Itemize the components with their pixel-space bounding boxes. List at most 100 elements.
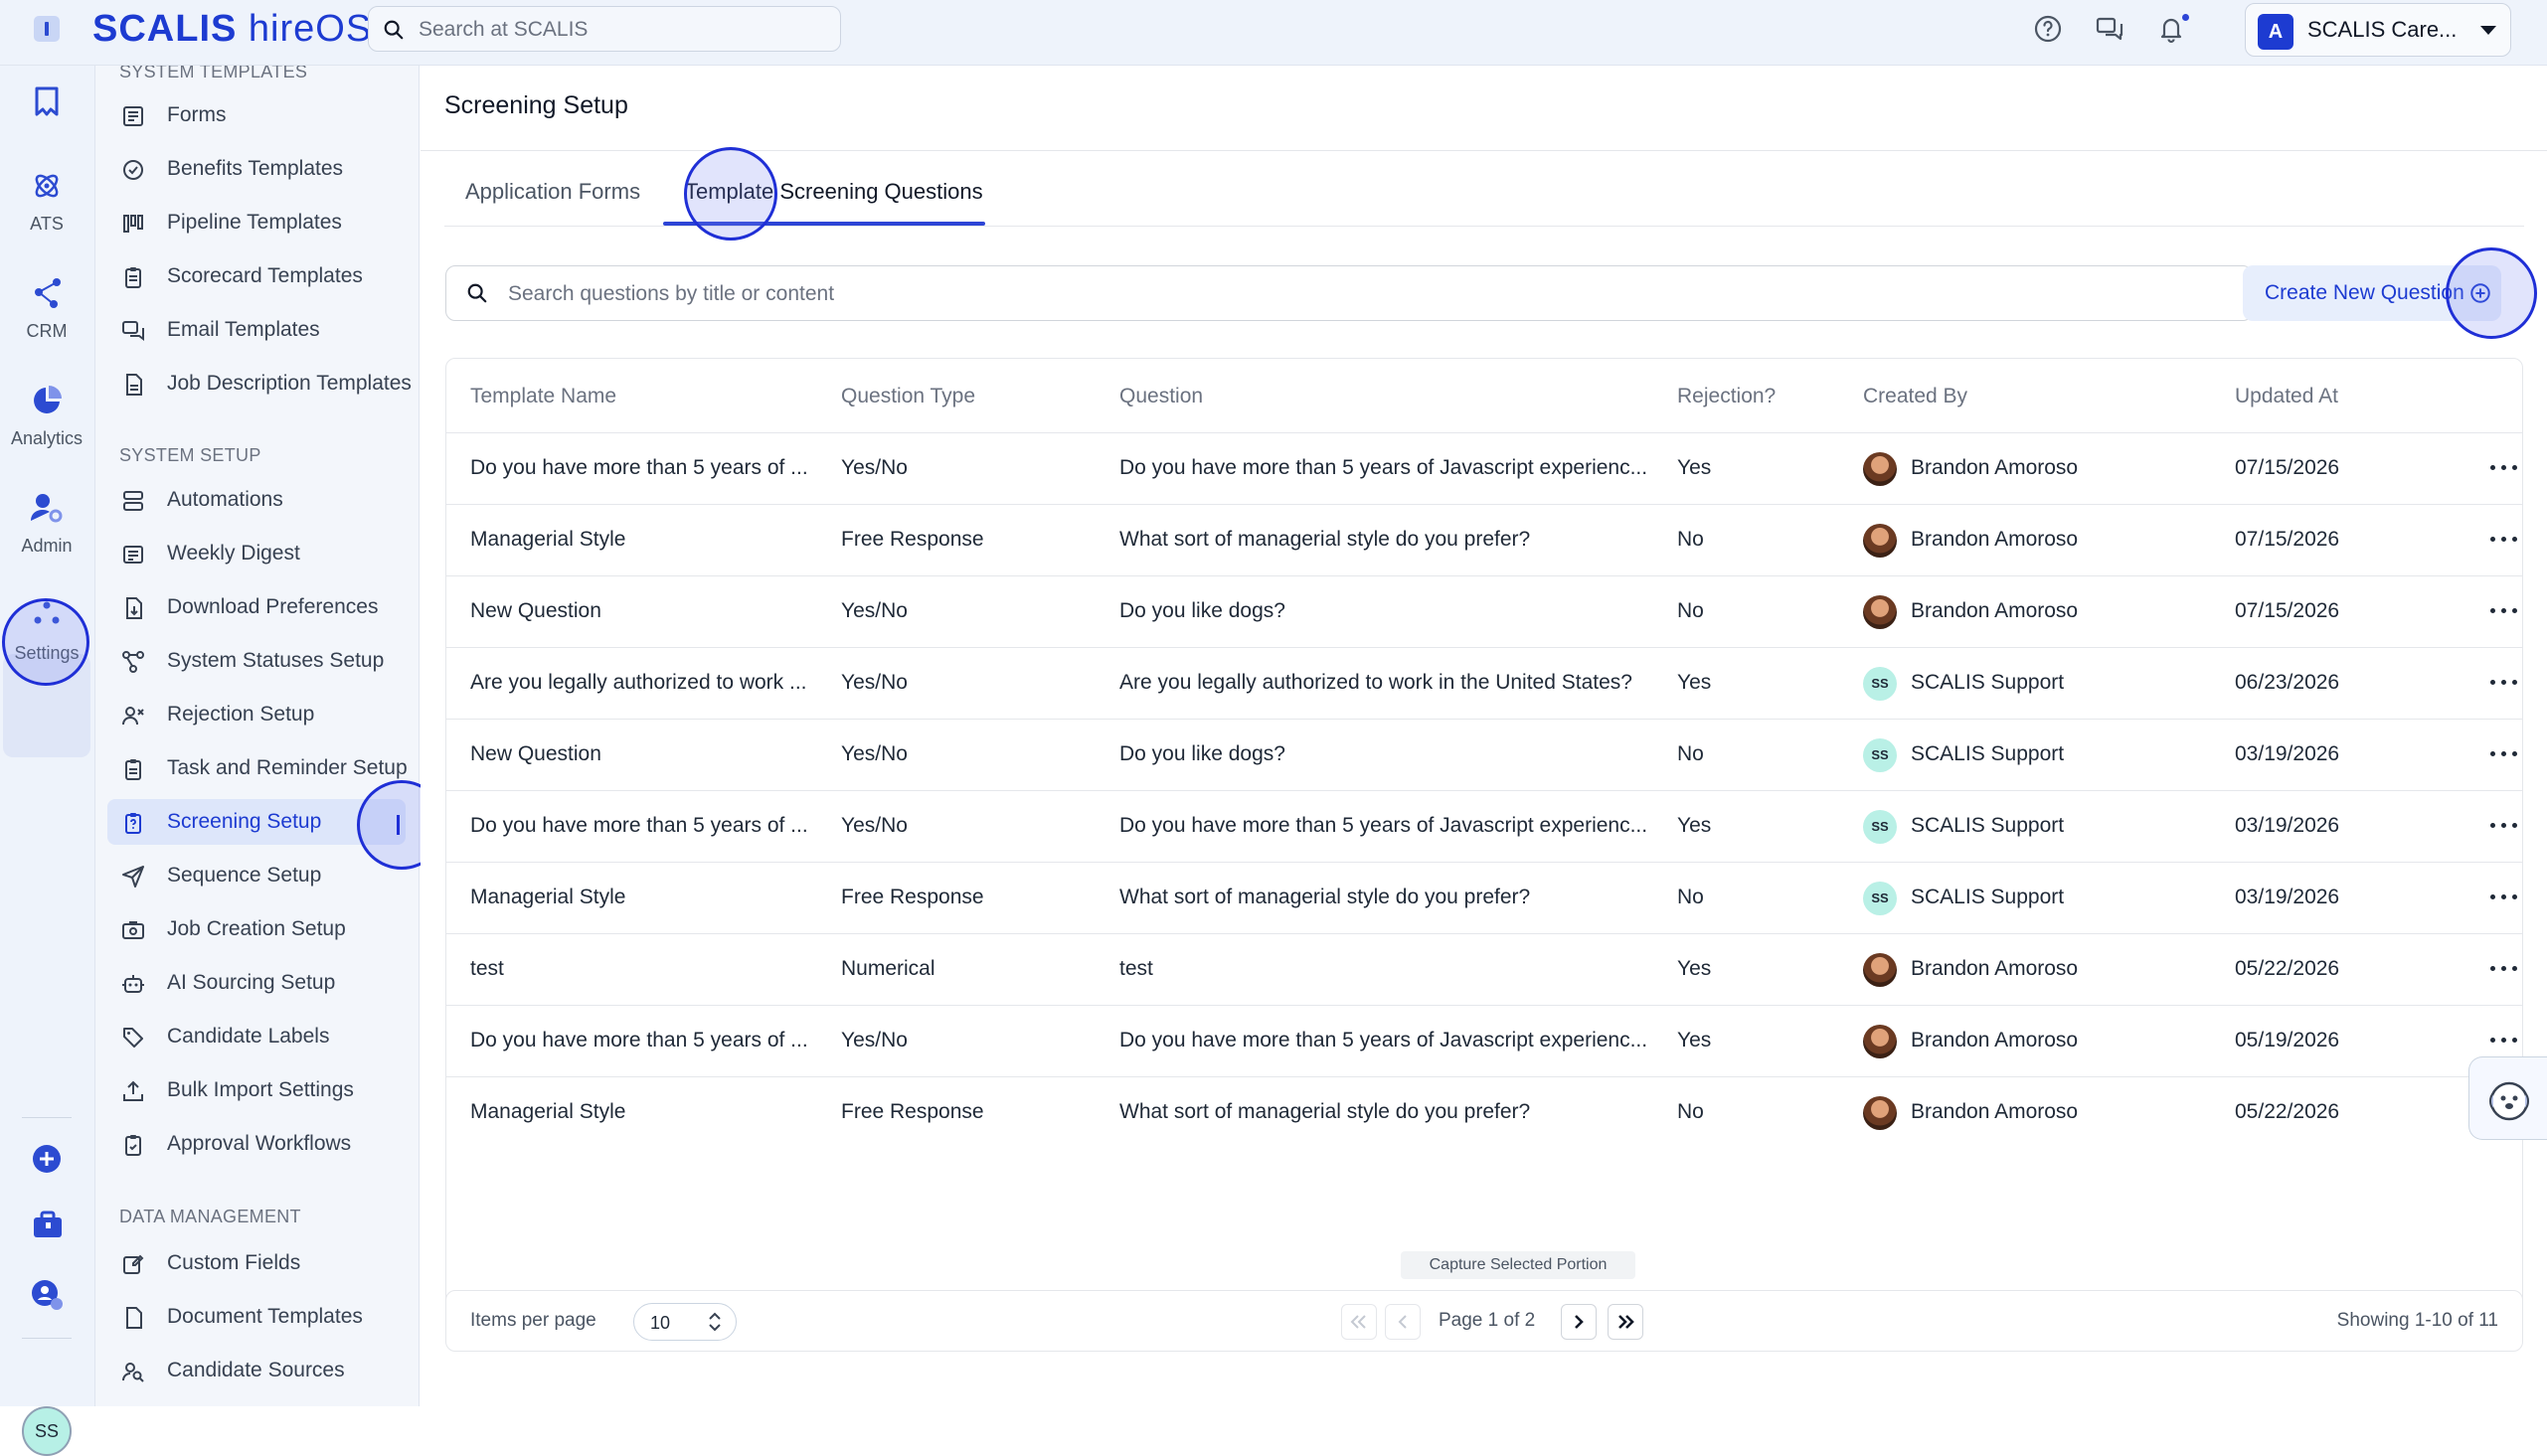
admin-user-icon (31, 494, 63, 523)
assistant-button[interactable] (2468, 1056, 2547, 1140)
column-header-updated-at[interactable]: Updated At (2235, 385, 2338, 408)
sidebar-item-bulk-import-settings[interactable]: Bulk Import Settings (107, 1067, 406, 1113)
tabs-divider (444, 226, 2524, 227)
sidebar-item-job-creation-setup[interactable]: Job Creation Setup (107, 906, 406, 952)
row-actions-more-icon[interactable] (2484, 668, 2524, 698)
cell-question: Do you have more than 5 years of Javascr… (1119, 814, 1648, 837)
user-x-icon (122, 707, 144, 726)
newspaper-icon (123, 546, 143, 564)
row-actions-more-icon[interactable] (2484, 883, 2524, 912)
column-header-rejection[interactable]: Rejection? (1677, 385, 1776, 408)
sidebar-item-email-templates[interactable]: Email Templates (107, 307, 406, 353)
row-actions-more-icon[interactable] (2484, 739, 2524, 769)
cell-question-type: Yes/No (841, 742, 908, 765)
column-header-question-type[interactable]: Question Type (841, 385, 975, 408)
add-circle-icon[interactable] (31, 1143, 63, 1175)
table-row[interactable]: Do you have more than 5 years of ... Yes/… (446, 790, 2522, 862)
table-row[interactable]: Managerial Style Free Response What sort o… (446, 504, 2522, 575)
cell-updated-at: 05/22/2026 (2235, 1100, 2340, 1123)
question-search-input[interactable]: Search questions by title or content (445, 265, 2253, 321)
row-actions-more-icon[interactable] (2484, 954, 2524, 984)
row-actions-more-icon[interactable] (2484, 596, 2524, 626)
table-row[interactable]: Managerial Style Free Response What sort o… (446, 1076, 2522, 1148)
creator-photo-avatar (1863, 595, 1897, 629)
row-actions-more-icon[interactable] (2484, 525, 2524, 555)
chevrons-left-icon (1350, 1315, 1366, 1329)
showing-count: Showing 1-10 of 11 (2336, 1310, 2498, 1331)
rail-item-ats[interactable]: ATS (0, 169, 93, 235)
sidebar-item-system-statuses-setup[interactable]: System Statuses Setup (107, 638, 406, 684)
sidebar-item-benefits-templates[interactable]: Benefits Templates (107, 146, 406, 192)
sidebar-item-candidate-sources[interactable]: Candidate Sources (107, 1348, 406, 1393)
sidebar-item-scorecard-templates[interactable]: Scorecard Templates (107, 253, 406, 299)
sidebar-item-automations[interactable]: Automations (107, 477, 406, 523)
sidebar-item-document-templates[interactable]: Document Templates (107, 1294, 406, 1340)
sidebar-item-screening-setup[interactable]: Screening Setup (107, 799, 406, 845)
help-icon[interactable] (2032, 13, 2064, 45)
bookmark-logo-icon[interactable] (33, 85, 61, 117)
cell-question: What sort of managerial style do you pre… (1119, 1100, 1531, 1123)
cell-created-by: Brandon Amoroso (1911, 1029, 2079, 1052)
table-row[interactable]: test Numerical test Yes Brandon Amoroso 05/22… (446, 933, 2522, 1005)
global-search-input[interactable]: Search at SCALIS (368, 6, 841, 52)
cell-question: Do you have more than 5 years of Javascr… (1119, 1029, 1648, 1052)
text-cursor-icon (397, 815, 400, 835)
table-row[interactable]: Do you have more than 5 years of ... Yes/… (446, 432, 2522, 504)
cell-template-name: Managerial Style (470, 886, 626, 908)
sidebar-item-label: Task and Reminder Setup (167, 756, 408, 779)
row-actions-more-icon[interactable] (2484, 453, 2524, 483)
items-per-page-select[interactable]: 10 (633, 1303, 737, 1341)
workflow-icon (122, 651, 144, 673)
creator-photo-avatar (1863, 1025, 1897, 1058)
previous-page-button[interactable] (1385, 1304, 1421, 1340)
tab-application-forms[interactable]: Application Forms (465, 179, 640, 205)
rail-item-admin[interactable]: Admin (0, 491, 93, 557)
sidebar-item-download-preferences[interactable]: Download Preferences (107, 584, 406, 630)
tab-template-screening-questions[interactable]: Template Screening Questions (685, 179, 983, 205)
last-page-button[interactable] (1608, 1304, 1643, 1340)
sidebar-item-job-description-templates[interactable]: Job Description Templates (107, 361, 412, 406)
sidebar-toggle-icon[interactable] (34, 16, 60, 42)
sidebar-item-label: Document Templates (167, 1305, 363, 1328)
messages-icon[interactable] (2094, 13, 2125, 45)
rail-item-analytics[interactable]: Analytics (0, 384, 93, 449)
first-page-button[interactable] (1341, 1304, 1377, 1340)
sidebar-item-task-and-reminder-setup[interactable]: Task and Reminder Setup (107, 745, 408, 791)
column-header-question[interactable]: Question (1119, 385, 1203, 408)
sidebar-item-custom-fields[interactable]: Custom Fields (107, 1240, 406, 1286)
table-row[interactable]: Managerial Style Free Response What sort o… (446, 862, 2522, 933)
cell-rejection: Yes (1677, 957, 1712, 980)
sidebar-item-label: System Statuses Setup (167, 649, 385, 672)
creator-photo-avatar (1863, 524, 1897, 558)
column-header-created-by[interactable]: Created By (1863, 385, 1967, 408)
sidebar-item-sequence-setup[interactable]: Sequence Setup (107, 853, 406, 898)
cell-question-type: Yes/No (841, 1029, 908, 1052)
sidebar-item-label: Email Templates (167, 318, 320, 341)
row-actions-more-icon[interactable] (2484, 1026, 2524, 1055)
table-row[interactable]: New Question Yes/No Do you like dogs? No Bra… (446, 575, 2522, 647)
briefcase-icon[interactable] (31, 1209, 65, 1240)
row-actions-more-icon[interactable] (2484, 811, 2524, 841)
column-header-template-name[interactable]: Template Name (470, 385, 616, 408)
table-row[interactable]: Are you legally authorized to work ... Ye… (446, 647, 2522, 719)
sidebar-item-rejection-setup[interactable]: Rejection Setup (107, 692, 406, 737)
create-new-question-button[interactable]: Create New Question (2243, 265, 2501, 321)
table-row[interactable]: New Question Yes/No Do you like dogs? No SS S… (446, 719, 2522, 790)
sidebar-item-weekly-digest[interactable]: Weekly Digest (107, 531, 406, 576)
cell-created-by: Brandon Amoroso (1911, 1100, 2079, 1123)
sidebar-item-candidate-labels[interactable]: Candidate Labels (107, 1014, 406, 1059)
user-settings-icon[interactable] (30, 1278, 66, 1312)
sidebar-item-approval-workflows[interactable]: Approval Workflows (107, 1121, 406, 1167)
rail-item-settings[interactable]: Settings (0, 598, 93, 664)
org-switcher[interactable]: A SCALIS Care... (2245, 3, 2511, 57)
upload-icon (123, 1080, 143, 1101)
sidebar-item-ai-sourcing-setup[interactable]: AI Sourcing Setup (107, 960, 406, 1006)
table-row[interactable]: Do you have more than 5 years of ... Yes/… (446, 1005, 2522, 1076)
user-avatar[interactable]: SS (22, 1406, 72, 1456)
next-page-button[interactable] (1561, 1304, 1597, 1340)
items-per-page-value: 10 (650, 1313, 671, 1333)
rail-item-crm[interactable]: CRM (0, 276, 93, 342)
sidebar-item-forms[interactable]: Forms (107, 92, 406, 138)
cell-question-type: Numerical (841, 957, 935, 980)
sidebar-item-pipeline-templates[interactable]: Pipeline Templates (107, 200, 406, 245)
